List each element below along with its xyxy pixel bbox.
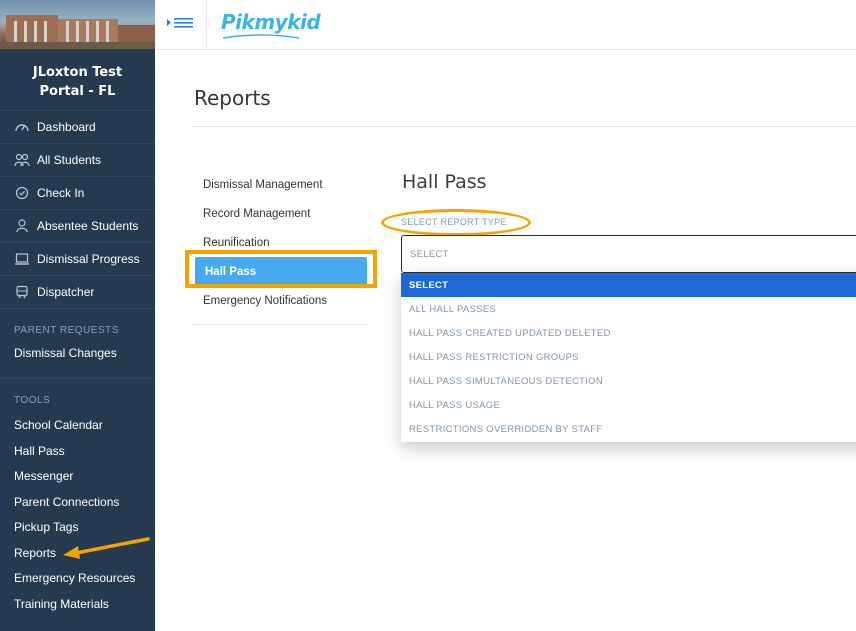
report-nav-emergency-notifications[interactable]: Emergency Notifications	[193, 286, 369, 315]
highlight-box-annotation	[185, 250, 377, 288]
school-banner-image	[0, 0, 155, 49]
check-circle-icon	[14, 186, 30, 200]
nav-label: Dismissal Progress	[37, 252, 140, 266]
section-title: Hall Pass	[402, 171, 487, 193]
highlight-ellipse-annotation	[381, 209, 531, 236]
dropdown-option-created-updated-deleted[interactable]: HALL PASS CREATED UPDATED DELETED	[401, 321, 856, 345]
dropdown-option-simultaneous-detection[interactable]: HALL PASS SIMULTANEOUS DETECTION	[401, 369, 856, 393]
page-title: Reports	[194, 86, 271, 110]
report-nav-divider	[193, 324, 369, 325]
sidebar-item-training-materials[interactable]: Training Materials	[0, 591, 155, 617]
gauge-icon	[14, 120, 30, 134]
top-bar: Pikmykid	[155, 0, 856, 50]
nav-label: Absentee Students	[37, 219, 139, 233]
report-nav-record-management[interactable]: Record Management	[193, 199, 369, 228]
sidebar-item-emergency-resources[interactable]: Emergency Resources	[0, 566, 155, 592]
menu-toggle-icon[interactable]	[165, 14, 195, 34]
pikmykid-logo[interactable]: Pikmykid	[221, 10, 321, 34]
dropdown-option-all-hall-passes[interactable]: ALL HALL PASSES	[401, 297, 856, 321]
dropdown-option-restrictions-overridden[interactable]: RESTRICTIONS OVERRIDDEN BY STAFF	[401, 417, 856, 441]
topbar-separator	[206, 0, 207, 49]
report-type-dropdown: SELECT ALL HALL PASSES HALL PASS CREATED…	[401, 273, 856, 442]
students-icon	[14, 153, 30, 167]
dropdown-option-restriction-groups[interactable]: HALL PASS RESTRICTION GROUPS	[401, 345, 856, 369]
portal-title: JLoxton Test Portal - FL	[32, 65, 123, 99]
nav-label: All Students	[37, 153, 102, 167]
dropdown-option-select[interactable]: SELECT	[401, 273, 856, 297]
sidebar-item-hall-pass[interactable]: Hall Pass	[0, 438, 155, 464]
tools-heading: TOOLS	[14, 394, 51, 406]
nav-absentee-students[interactable]: Absentee Students	[0, 209, 155, 242]
nav-dashboard[interactable]: Dashboard	[0, 110, 155, 143]
nav-dismissal-progress[interactable]: Dismissal Progress	[0, 242, 155, 275]
sidebar-item-dismissal-changes[interactable]: Dismissal Changes	[0, 340, 155, 366]
title-divider	[193, 126, 856, 127]
sidebar-item-messenger[interactable]: Messenger	[0, 464, 155, 490]
report-nav-dismissal-management[interactable]: Dismissal Management	[193, 170, 369, 199]
parent-requests-heading: PARENT REQUESTS	[14, 325, 119, 336]
dropdown-option-usage[interactable]: HALL PASS USAGE	[401, 393, 856, 417]
sidebar-item-parent-connections[interactable]: Parent Connections	[0, 489, 155, 515]
arrow-annotation-icon	[63, 537, 150, 559]
report-type-select[interactable]: SELECT	[401, 235, 856, 273]
report-category-nav: Dismissal Management Record Management R…	[193, 170, 369, 315]
absentee-icon	[14, 219, 30, 233]
nav-label: Dispatcher	[37, 285, 95, 299]
nav-label: Check In	[37, 186, 85, 200]
nav-all-students[interactable]: All Students	[0, 143, 155, 176]
bus-icon	[14, 285, 30, 299]
sidebar-item-school-calendar[interactable]: School Calendar	[0, 413, 155, 439]
logo-swoosh-icon	[222, 34, 300, 39]
nav-dispatcher[interactable]: Dispatcher	[0, 275, 155, 308]
nav-check-in[interactable]: Check In	[0, 176, 155, 209]
laptop-icon	[14, 252, 30, 266]
nav-label: Dashboard	[37, 120, 96, 134]
